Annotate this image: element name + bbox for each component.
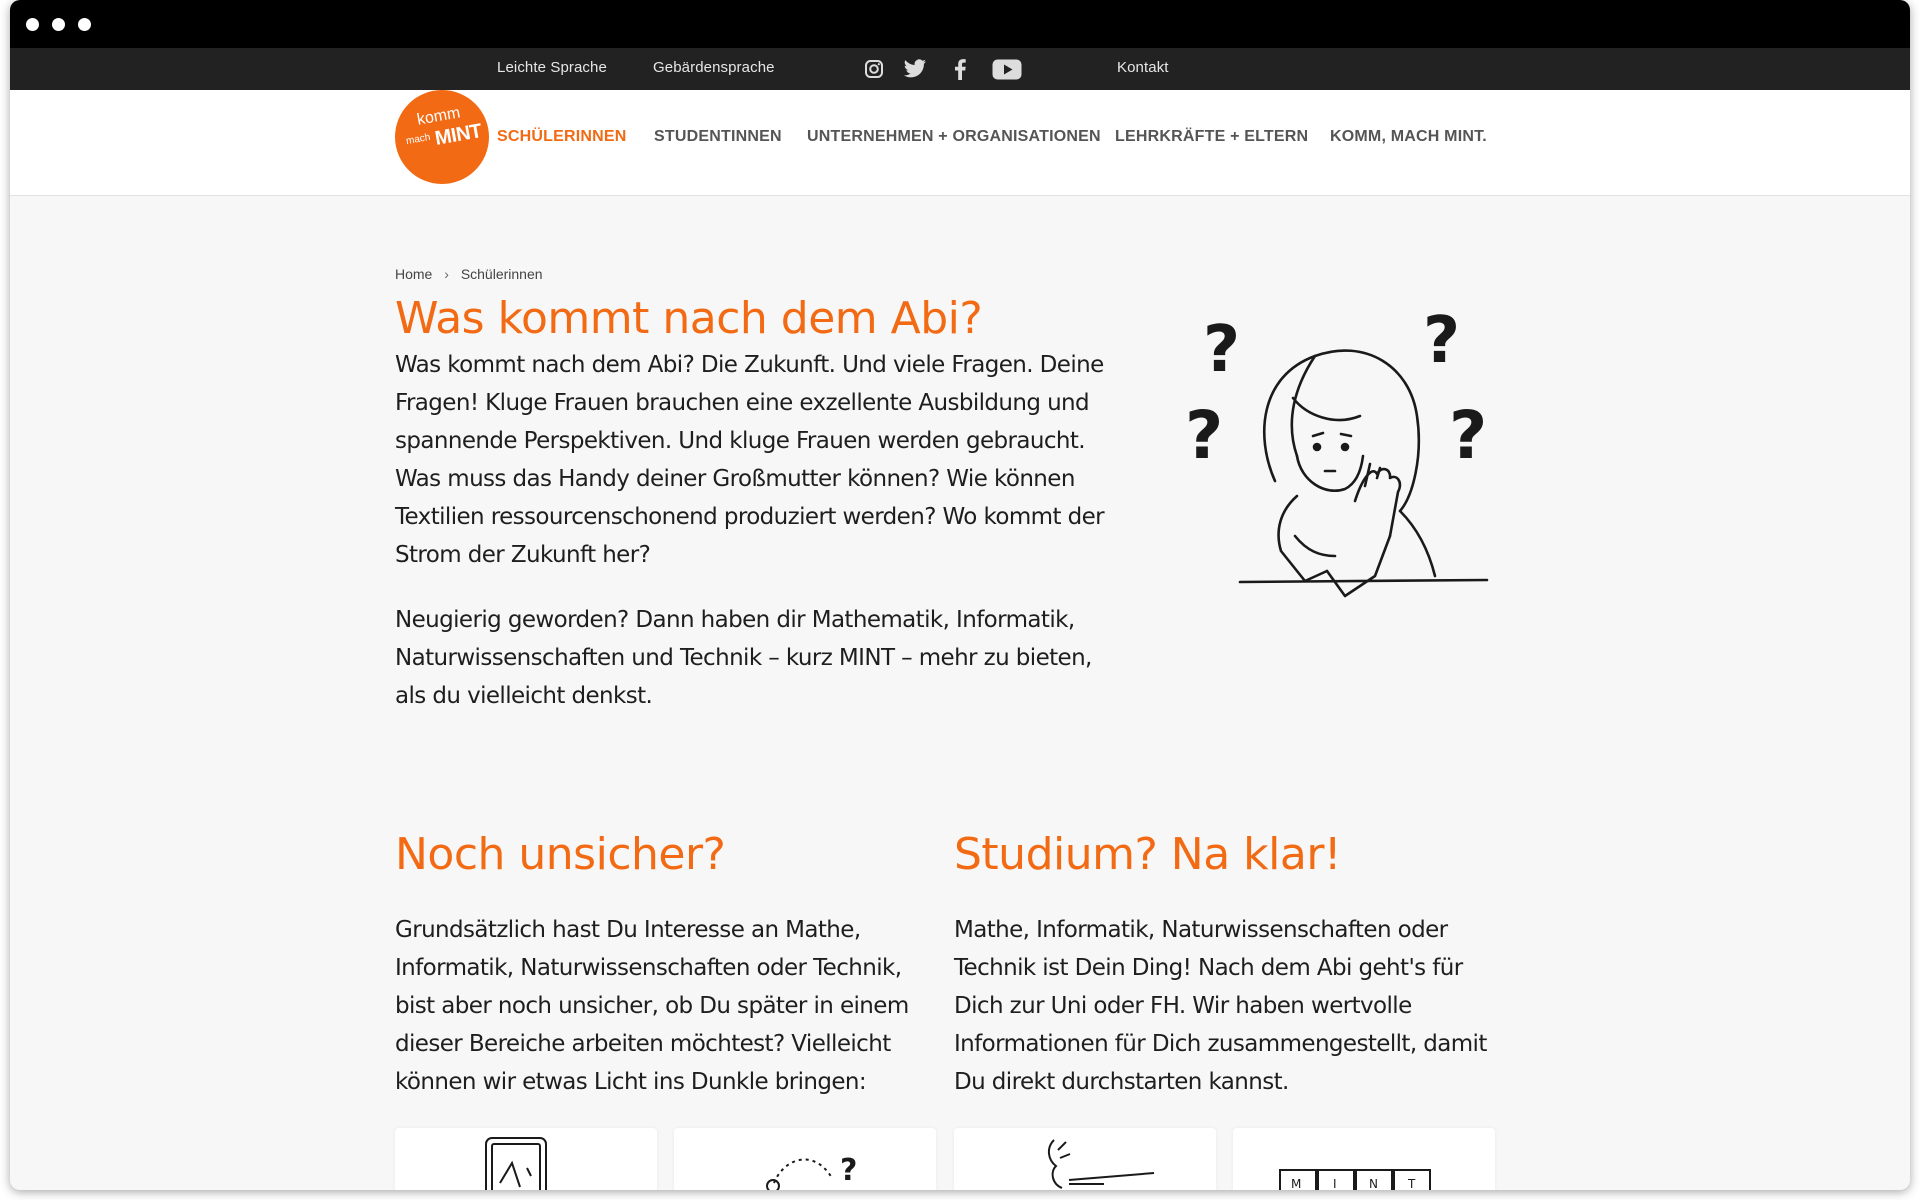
info-card-4[interactable]: M I N T [1233, 1128, 1495, 1190]
nav-item-unternehmen[interactable]: UNTERNEHMEN + ORGANISATIONEN [807, 128, 1101, 146]
studium-text: Mathe, Informatik, Naturwissenschaften o… [954, 917, 1487, 1095]
gebaerdensprache-link[interactable]: Gebärdensprache [653, 59, 775, 76]
breadcrumb-current: Schülerinnen [460, 266, 543, 282]
browser-window: Leichte Sprache Gebärdensprache Kontakt … [10, 0, 1910, 1190]
komm-mach-mint-logo[interactable]: komm mach MINT [395, 90, 489, 184]
svg-text:?: ? [1423, 306, 1460, 378]
youtube-icon[interactable] [990, 58, 1024, 80]
info-card-1[interactable] [395, 1128, 657, 1190]
kontakt-link[interactable]: Kontakt [1117, 59, 1169, 76]
window-titlebar [10, 0, 1910, 48]
section-title-noch-unsicher: Noch unsicher? [395, 829, 726, 880]
section-title-studium: Studium? Na klar! [954, 829, 1342, 880]
pointing-hand-icon [1048, 1139, 1155, 1189]
mint-letter-tiles-icon: M I N T [1279, 1169, 1431, 1190]
page-content: Home › Schülerinnen Was kommt nach dem A… [10, 196, 1910, 1190]
info-card-2[interactable]: ? [674, 1128, 936, 1190]
thinking-girl-illustration: ? ? ? ? [1185, 304, 1525, 606]
logo-text-mach: mach [405, 131, 432, 148]
thrown-apple-question-icon: ? [766, 1153, 857, 1190]
nav-item-komm-mach-mint[interactable]: KOMM, MACH MINT. [1330, 128, 1487, 146]
page-title: Was kommt nach dem Abi? [395, 293, 983, 344]
tile-letter-t: T [1407, 1177, 1416, 1190]
noch-unsicher-text: Grundsätzlich hast Du Interesse an Mathe… [395, 917, 909, 1095]
tile-letter-m: M [1291, 1177, 1301, 1190]
info-card-3[interactable] [954, 1128, 1216, 1190]
window-minimize-dot[interactable] [52, 17, 65, 31]
instagram-icon[interactable] [862, 58, 886, 80]
tile-letter-i: I [1333, 1177, 1337, 1190]
breadcrumb: Home › Schülerinnen [395, 266, 543, 282]
svg-text:?: ? [840, 1153, 857, 1188]
main-navigation: komm mach MINT SCHÜLERINNEN STUDENTINNEN… [10, 90, 1910, 196]
tablet-drawing-icon [485, 1137, 547, 1190]
utility-bar: Leichte Sprache Gebärdensprache Kontakt [10, 48, 1910, 90]
nav-item-lehrkraefte[interactable]: LEHRKRÄFTE + ELTERN [1115, 128, 1308, 146]
svg-text:?: ? [1203, 313, 1240, 387]
window-close-dot[interactable] [26, 17, 39, 31]
intro-paragraph: Was kommt nach dem Abi? Die Zukunft. Und… [395, 352, 1105, 568]
leichte-sprache-link[interactable]: Leichte Sprache [497, 59, 607, 76]
curiosity-paragraph: Neugierig geworden? Dann haben dir Mathe… [395, 607, 1092, 709]
nav-item-schuelerinnen[interactable]: SCHÜLERINNEN [497, 128, 627, 146]
tile-letter-n: N [1369, 1177, 1378, 1190]
twitter-icon[interactable] [903, 58, 927, 80]
svg-text:?: ? [1185, 397, 1223, 474]
svg-text:?: ? [1449, 397, 1487, 474]
window-maximize-dot[interactable] [78, 17, 91, 31]
breadcrumb-home[interactable]: Home [395, 266, 432, 282]
breadcrumb-separator: › [444, 266, 449, 282]
facebook-icon[interactable] [948, 58, 972, 80]
nav-item-studentinnen[interactable]: STUDENTINNEN [654, 128, 782, 146]
